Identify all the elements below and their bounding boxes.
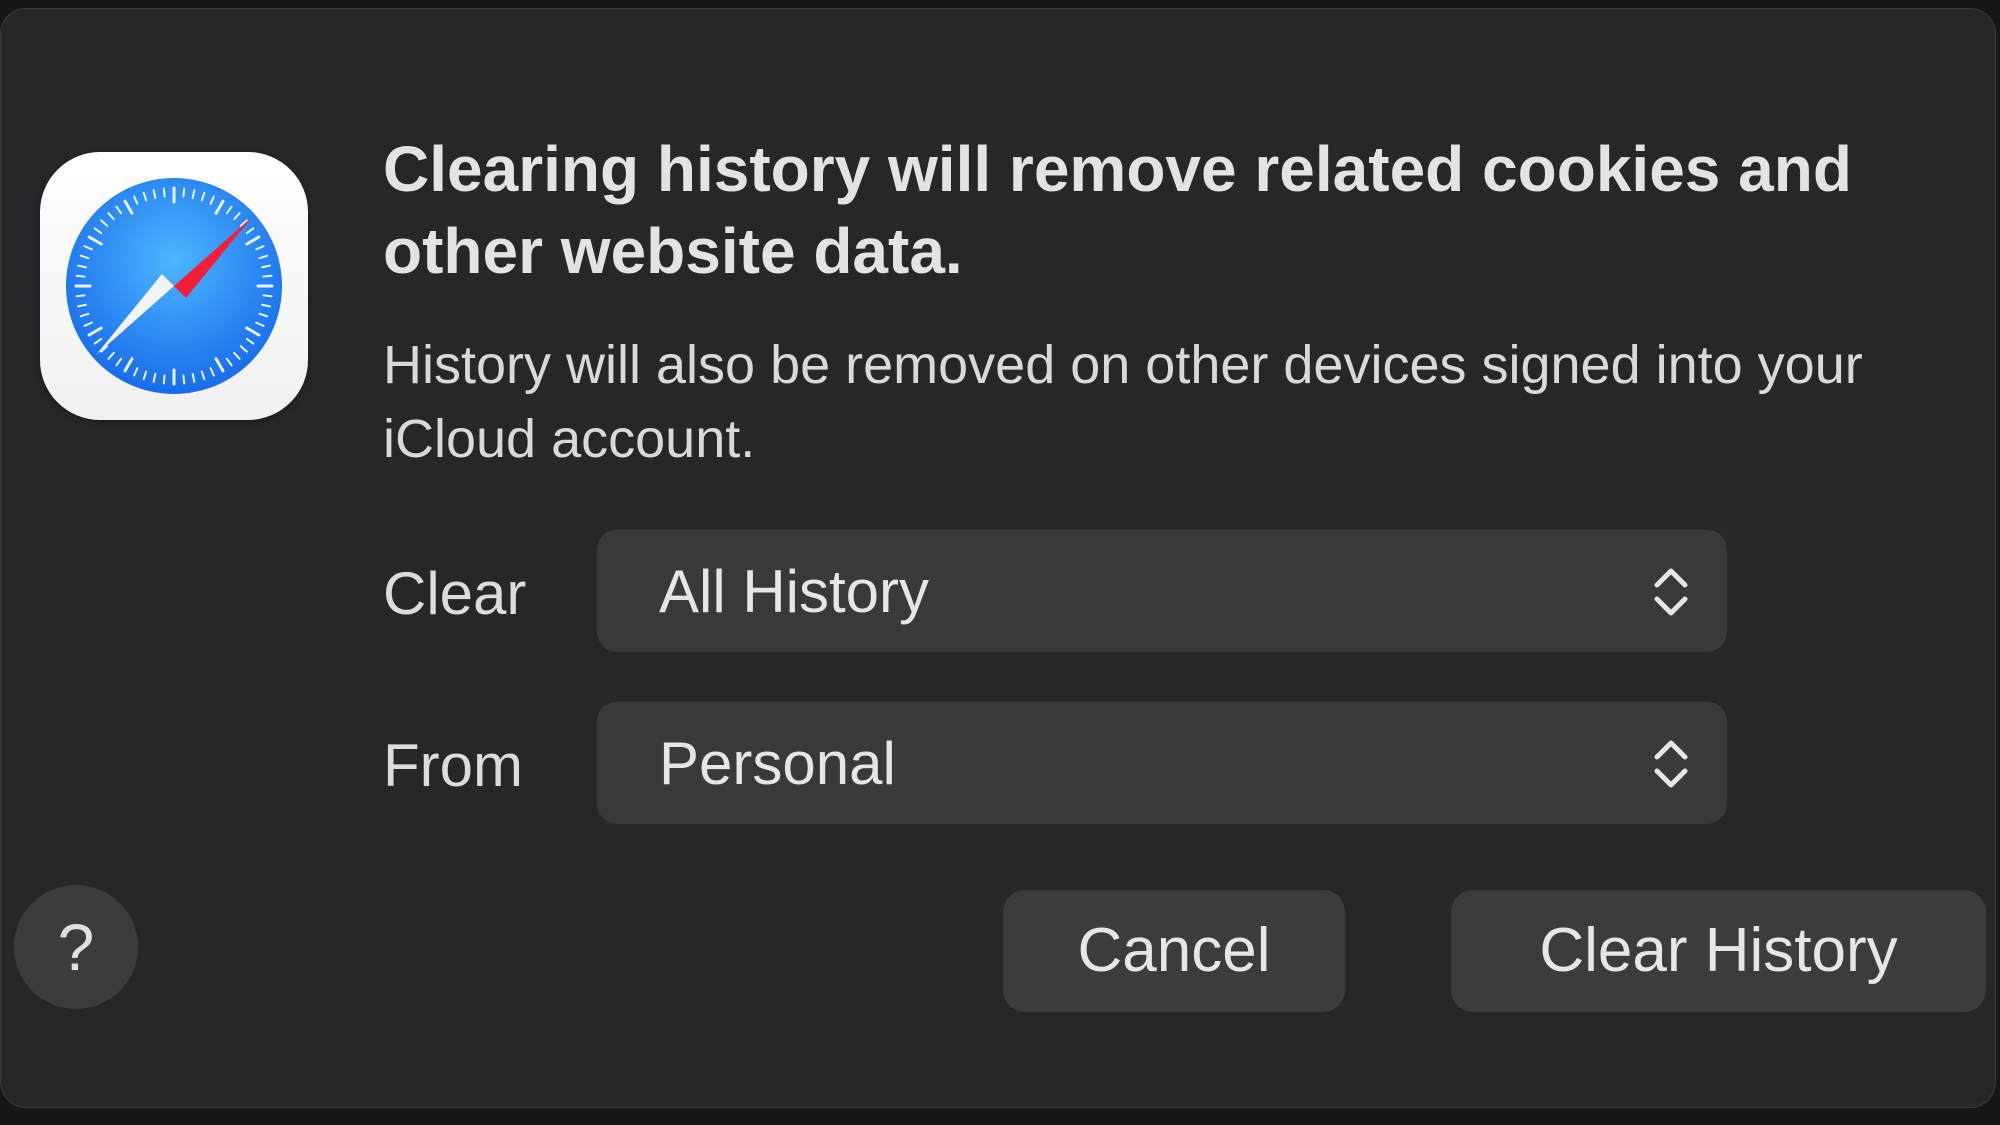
compass-tick — [182, 187, 186, 198]
compass-tick — [182, 374, 186, 385]
dialog-message: History will also be removed on other de… — [383, 335, 1863, 469]
cancel-button[interactable]: Cancel — [1003, 890, 1345, 1012]
from-profile-popup[interactable]: Personal — [597, 702, 1727, 824]
help-button[interactable]: ? — [14, 885, 138, 1009]
compass-tick — [262, 274, 273, 278]
compass-tick — [162, 374, 166, 385]
clear-range-popup[interactable]: All History — [597, 530, 1727, 652]
clear-label: Clear — [383, 560, 527, 627]
chevron-up-down-icon — [1654, 568, 1688, 616]
from-profile-value: Personal — [659, 730, 896, 797]
compass-tick — [75, 274, 86, 278]
chevron-up-down-icon — [1654, 740, 1688, 788]
compass-tick — [262, 294, 273, 298]
compass-tick — [162, 187, 166, 198]
compass-tick — [75, 294, 86, 298]
clear-history-dialog: Clearing history will remove related coo… — [0, 8, 1996, 1108]
clear-range-value: All History — [659, 558, 930, 625]
clear-history-button[interactable]: Clear History — [1451, 890, 1986, 1012]
dialog-title: Clearing history will remove related coo… — [383, 133, 1852, 287]
from-label: From — [383, 732, 523, 799]
safari-compass-icon — [40, 152, 308, 420]
